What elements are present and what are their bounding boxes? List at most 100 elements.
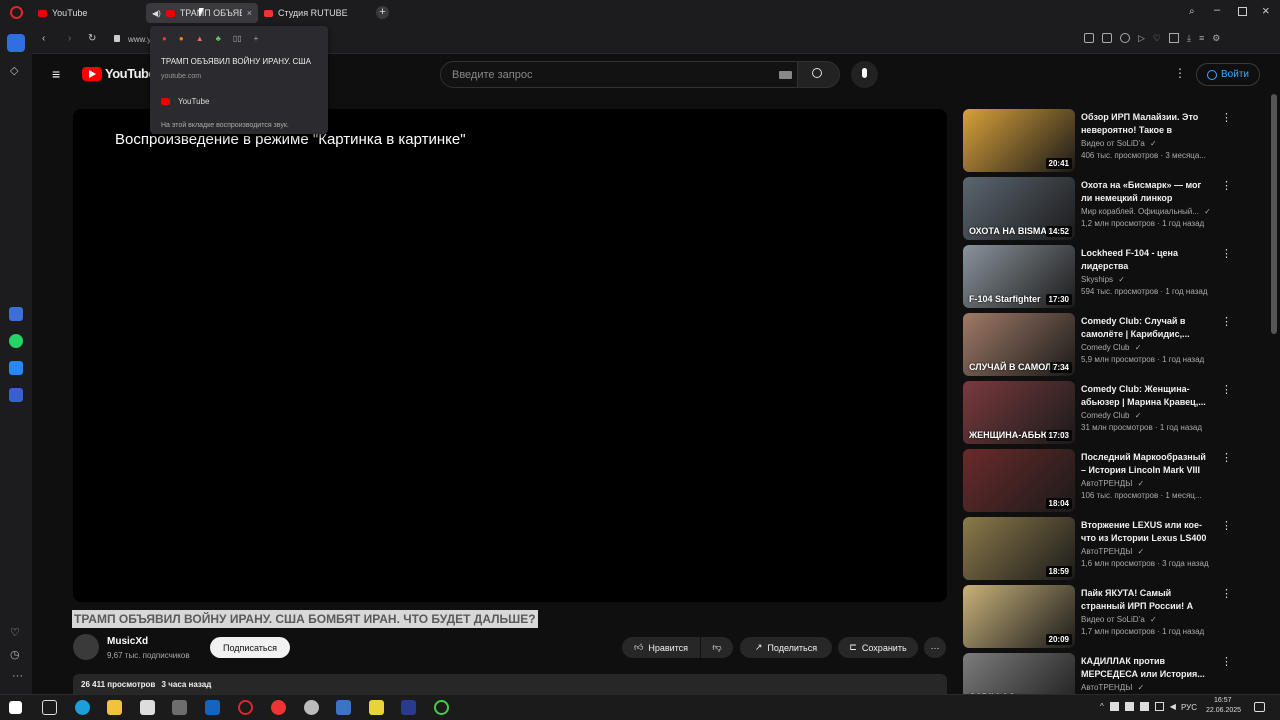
channel-name[interactable]: MusicXd — [107, 636, 148, 647]
play-icon[interactable]: ▷ — [1138, 33, 1145, 47]
recommendation-channel[interactable]: Skyships ✓ — [1081, 275, 1125, 284]
like-button[interactable]: 👍︎ Нравится — [622, 637, 700, 658]
video-thumbnail[interactable]: 20:41 — [963, 109, 1075, 172]
close-window-button[interactable]: × — [1262, 3, 1270, 18]
yandex-icon[interactable] — [271, 700, 286, 715]
keyboard-icon[interactable] — [779, 71, 792, 79]
vk-messenger-icon[interactable] — [9, 388, 23, 402]
split-icon[interactable]: ▯▯ — [233, 34, 242, 43]
tray-app-icon[interactable] — [1109, 702, 1119, 711]
recommendation-title[interactable]: Comedy Club: Женщина-абьюзер | Марина Кр… — [1081, 383, 1209, 409]
input-language[interactable]: РУС — [1181, 703, 1197, 712]
new-tab-button[interactable]: + — [376, 6, 389, 19]
settings-icon[interactable]: ⚙ — [1212, 33, 1220, 47]
home-icon[interactable] — [7, 34, 25, 52]
opera-taskbar-icon[interactable] — [238, 700, 253, 715]
scrollbar-thumb[interactable] — [1271, 94, 1277, 334]
voice-search-button[interactable] — [851, 61, 878, 88]
minimize-button[interactable]: – — [1214, 4, 1220, 16]
box-icon[interactable] — [1169, 33, 1179, 43]
overflow-menu-icon[interactable]: ⋮ — [1174, 66, 1186, 80]
forward-icon[interactable]: › — [68, 33, 71, 44]
tab-youtube[interactable]: YouTube — [32, 3, 144, 23]
app-icon-6[interactable] — [434, 700, 449, 715]
recommendation-title[interactable]: Охота на «Бисмарк» — мог ли немецкий лин… — [1081, 179, 1209, 205]
clock-time[interactable]: 16:57 — [1214, 697, 1232, 704]
video-player[interactable] — [73, 109, 947, 602]
more-vertical-icon[interactable]: ⋮ — [1221, 247, 1232, 260]
recommendation-channel[interactable]: Comedy Club ✓ — [1081, 343, 1141, 352]
recommendation-item[interactable]: 18:59 Вторжение LEXUS или кое-что из Ист… — [963, 517, 1263, 581]
app-icon-3[interactable] — [336, 700, 351, 715]
clock-date[interactable]: 22.06.2025 — [1206, 707, 1241, 714]
recommendation-channel[interactable]: Мир кораблей. Официальный... ✓ — [1081, 207, 1211, 216]
maximize-button[interactable] — [1238, 7, 1247, 16]
recommendation-channel[interactable]: Видео от SoLiD’а ✓ — [1081, 615, 1157, 624]
video-thumbnail[interactable]: ОХОТА НА BISMARCK 14:52 — [963, 177, 1075, 240]
more-vertical-icon[interactable]: ⋮ — [1221, 111, 1232, 124]
download-icon[interactable]: ⤓ — [1187, 33, 1191, 47]
more-vertical-icon[interactable]: ⋮ — [1221, 383, 1232, 396]
login-button[interactable]: Войти — [1196, 63, 1260, 86]
video-thumbnail[interactable]: 18:59 — [963, 517, 1075, 580]
search-taskbar-icon[interactable] — [42, 700, 57, 715]
search-button[interactable] — [798, 61, 840, 88]
history-icon[interactable]: ◷ — [10, 648, 20, 661]
tray-app-icon[interactable] — [1124, 702, 1134, 711]
more-vertical-icon[interactable]: ⋮ — [1221, 179, 1232, 192]
camera-icon[interactable] — [1102, 33, 1112, 43]
fire-icon[interactable]: ● — [179, 34, 184, 43]
shield-icon[interactable] — [1120, 33, 1130, 43]
recommendation-channel[interactable]: АвтоТРЕНДЫ ✓ — [1081, 479, 1144, 488]
recommendation-channel[interactable]: Comedy Club ✓ — [1081, 411, 1141, 420]
recommendation-item[interactable]: 20:41 Обзор ИРП Малайзии. Это невероятно… — [963, 109, 1263, 173]
recommendation-title[interactable]: КАДИЛЛАК против МЕРСЕДЕСА или История... — [1081, 655, 1209, 681]
network-icon[interactable] — [1154, 702, 1164, 711]
recommendation-channel[interactable]: Видео от SoLiD’а ✓ — [1081, 139, 1157, 148]
app-icon-aria[interactable] — [9, 307, 23, 321]
more-vertical-icon[interactable]: ⋮ — [1221, 587, 1232, 600]
search-input[interactable]: Введите запрос — [440, 61, 798, 88]
cat-icon[interactable]: ▲ — [196, 34, 204, 43]
notifications-icon[interactable] — [1254, 702, 1265, 712]
recommendation-title[interactable]: Comedy Club: Случай в самолёте | Карибид… — [1081, 315, 1209, 341]
reload-icon[interactable]: ↻ — [88, 33, 96, 44]
menu-icon[interactable]: ≡ — [1199, 33, 1204, 47]
outlook-icon[interactable] — [205, 700, 220, 715]
whatsapp-icon[interactable] — [9, 334, 23, 348]
recommendation-title[interactable]: Вторжение LEXUS или кое-что из Истории L… — [1081, 519, 1209, 545]
calculator-icon[interactable] — [140, 700, 155, 715]
dislike-button[interactable]: 👎︎ — [701, 637, 733, 658]
back-icon[interactable]: ‹ — [42, 33, 45, 44]
save-button[interactable]: ⊏ Сохранить — [838, 637, 918, 658]
tab-rutube[interactable]: Студия RUTUBE — [258, 3, 370, 23]
youtube-logo[interactable]: YouTube — [82, 66, 156, 81]
recommendation-item[interactable]: ОХОТА НА BISMARCK 14:52 Охота на «Бисмар… — [963, 177, 1263, 241]
vk-icon[interactable] — [9, 361, 23, 375]
more-vertical-icon[interactable]: ⋮ — [1221, 315, 1232, 328]
explorer-icon[interactable] — [107, 700, 122, 715]
app-icon-5[interactable] — [401, 700, 416, 715]
video-thumbnail[interactable]: 20:09 — [963, 585, 1075, 648]
more-vertical-icon[interactable]: ⋮ — [1221, 451, 1232, 464]
hamburger-menu-icon[interactable]: ≡ — [52, 66, 60, 82]
more-vertical-icon[interactable]: ⋮ — [1221, 655, 1232, 668]
close-tab-icon[interactable]: × — [247, 8, 252, 18]
recommendation-item[interactable]: 18:04 Последний Маркообразный – История … — [963, 449, 1263, 513]
favorites-heart-icon[interactable]: ♡ — [10, 626, 20, 639]
pin-icon[interactable]: ♣ — [216, 34, 221, 43]
recommendation-item[interactable]: F-104 Starfighter 17:30 Lockheed F-104 -… — [963, 245, 1263, 309]
more-vertical-icon[interactable]: ⋮ — [1221, 519, 1232, 532]
heart-icon[interactable]: ♡ — [1153, 33, 1161, 47]
recommendation-title[interactable]: Lockheed F-104 - цена лидерства — [1081, 247, 1209, 273]
more-icon[interactable]: ··· — [12, 670, 23, 682]
video-thumbnail[interactable]: СЛУЧАЙ В САМОЛЁТЕ 7:34 — [963, 313, 1075, 376]
recommendation-item[interactable]: ЖЕНЩИНА-АБЬЮЗЕР 17:03 Comedy Club: Женщи… — [963, 381, 1263, 445]
more-actions-button[interactable]: ··· — [924, 637, 946, 658]
app-icon-1[interactable] — [172, 700, 187, 715]
recommendation-item[interactable]: СЛУЧАЙ В САМОЛЁТЕ 7:34 Comedy Club: Случ… — [963, 313, 1263, 377]
recommendation-title[interactable]: Последний Маркообразный – История Lincol… — [1081, 451, 1209, 477]
extension-icon[interactable] — [1084, 33, 1094, 43]
description-box[interactable]: 26 411 просмотров 3 часа назад — [73, 674, 947, 694]
video-thumbnail[interactable]: 18:04 — [963, 449, 1075, 512]
